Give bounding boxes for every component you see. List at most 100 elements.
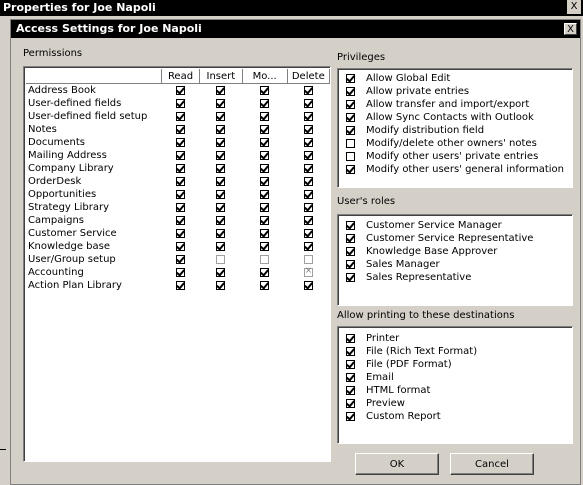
permission-checkbox[interactable] [216, 280, 226, 290]
permission-checkbox[interactable] [216, 137, 226, 147]
printing-checkbox[interactable] [346, 373, 355, 382]
permission-checkbox[interactable] [303, 280, 313, 290]
privileges-checkbox[interactable] [346, 87, 355, 96]
permission-checkbox[interactable] [176, 137, 186, 147]
permission-cell [162, 162, 200, 175]
permission-checkbox[interactable] [216, 241, 226, 251]
permission-checkbox[interactable] [303, 176, 313, 186]
privileges-checkbox[interactable] [346, 126, 355, 135]
permission-checkbox[interactable] [303, 241, 313, 251]
ok-button[interactable]: OK [355, 453, 439, 475]
permission-checkbox[interactable] [260, 202, 270, 212]
permission-checkbox[interactable] [260, 254, 270, 264]
permission-checkbox[interactable] [303, 215, 313, 225]
permission-checkbox[interactable] [176, 241, 186, 251]
permission-checkbox[interactable] [216, 215, 226, 225]
permission-row: Campaigns [26, 214, 330, 227]
printing-checkbox[interactable] [346, 347, 355, 356]
permission-checkbox[interactable] [260, 176, 270, 186]
roles-checkbox[interactable] [346, 273, 355, 282]
permission-checkbox[interactable] [260, 137, 270, 147]
permission-checkbox[interactable] [176, 228, 186, 238]
permission-checkbox[interactable] [216, 267, 226, 277]
permission-checkbox[interactable] [260, 124, 270, 134]
permission-checkbox[interactable] [176, 267, 186, 277]
permission-checkbox[interactable] [303, 163, 313, 173]
permission-checkbox[interactable] [176, 85, 186, 95]
dialog-close-icon[interactable]: X [564, 23, 577, 35]
printing-checkbox[interactable] [346, 386, 355, 395]
permissions-column-header[interactable]: Read [161, 69, 200, 84]
permission-checkbox[interactable] [303, 266, 313, 277]
roles-checkbox[interactable] [346, 221, 355, 230]
permission-checkbox[interactable] [176, 163, 186, 173]
printing-checkbox[interactable] [346, 334, 355, 343]
permission-checkbox[interactable] [176, 254, 186, 264]
permission-checkbox[interactable] [260, 215, 270, 225]
permission-checkbox[interactable] [260, 85, 270, 95]
permission-checkbox[interactable] [216, 85, 226, 95]
permission-checkbox[interactable] [260, 241, 270, 251]
permission-checkbox[interactable] [216, 202, 226, 212]
permission-checkbox[interactable] [260, 163, 270, 173]
permission-checkbox[interactable] [216, 189, 226, 199]
permission-checkbox[interactable] [303, 202, 313, 212]
roles-checkbox[interactable] [346, 247, 355, 256]
permission-checkbox[interactable] [303, 137, 313, 147]
permission-checkbox[interactable] [303, 124, 313, 134]
permission-checkbox[interactable] [260, 280, 270, 290]
permission-checkbox[interactable] [303, 111, 313, 121]
permission-checkbox[interactable] [176, 98, 186, 108]
roles-item-label: Customer Service Manager [366, 220, 502, 231]
permission-checkbox[interactable] [260, 189, 270, 199]
permission-checkbox[interactable] [216, 111, 226, 121]
privileges-checkbox[interactable] [346, 100, 355, 109]
permission-row: Mailing Address [26, 149, 330, 162]
permissions-column-header[interactable]: Mo... [242, 69, 288, 84]
permission-checkbox[interactable] [176, 202, 186, 212]
permission-checkbox[interactable] [303, 85, 313, 95]
permission-row: Notes [26, 123, 330, 136]
permission-checkbox[interactable] [260, 150, 270, 160]
permission-checkbox[interactable] [303, 228, 313, 238]
permission-checkbox[interactable] [260, 98, 270, 108]
printing-checkbox[interactable] [346, 360, 355, 369]
outer-close-icon[interactable]: X [567, 0, 581, 14]
privileges-checkbox[interactable] [346, 165, 355, 174]
permission-checkbox[interactable] [216, 124, 226, 134]
permission-checkbox[interactable] [216, 254, 226, 264]
cancel-button[interactable]: Cancel [450, 453, 534, 475]
privileges-checkbox[interactable] [346, 74, 355, 83]
permission-checkbox[interactable] [216, 150, 226, 160]
permission-cell [287, 266, 329, 279]
privileges-checkbox[interactable] [346, 113, 355, 122]
permission-checkbox[interactable] [303, 98, 313, 108]
permissions-column-header[interactable]: Delete [287, 69, 330, 84]
permission-checkbox[interactable] [176, 124, 186, 134]
permission-checkbox[interactable] [176, 150, 186, 160]
printing-checkbox[interactable] [346, 399, 355, 408]
permission-checkbox[interactable] [303, 189, 313, 199]
permission-checkbox[interactable] [176, 176, 186, 186]
permission-checkbox[interactable] [303, 150, 313, 160]
roles-checkbox[interactable] [346, 234, 355, 243]
permission-checkbox[interactable] [176, 280, 186, 290]
permission-checkbox[interactable] [303, 254, 313, 264]
permission-checkbox[interactable] [176, 189, 186, 199]
permission-checkbox[interactable] [260, 267, 270, 277]
roles-checkbox[interactable] [346, 260, 355, 269]
permission-checkbox[interactable] [216, 163, 226, 173]
permission-checkbox[interactable] [176, 111, 186, 121]
permission-name: Mailing Address [28, 150, 107, 161]
permission-checkbox[interactable] [216, 228, 226, 238]
permissions-column-header[interactable]: Insert [199, 69, 243, 84]
permission-checkbox[interactable] [216, 176, 226, 186]
permission-checkbox[interactable] [260, 111, 270, 121]
privileges-checkbox[interactable] [346, 139, 355, 148]
permission-checkbox[interactable] [260, 228, 270, 238]
permission-checkbox[interactable] [176, 215, 186, 225]
permission-checkbox[interactable] [216, 98, 226, 108]
printing-checkbox[interactable] [346, 412, 355, 421]
privileges-checkbox[interactable] [346, 152, 355, 161]
permission-cell [162, 201, 200, 214]
